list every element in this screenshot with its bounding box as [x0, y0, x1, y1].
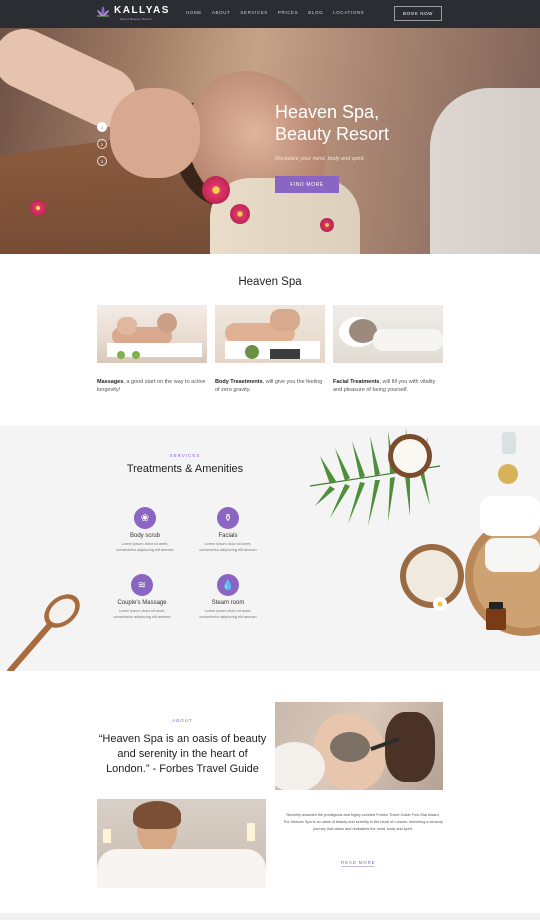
facial-mask-photo: [275, 702, 443, 790]
massages-label: Massages: [97, 379, 124, 385]
footer-strip: [0, 913, 540, 920]
read-more-link[interactable]: READ MORE: [341, 860, 376, 867]
amenity-desc-line: consectetur adipiscing elit aenean: [113, 615, 171, 619]
nav-locations[interactable]: LOCATIONS: [333, 10, 364, 15]
amenity-couples-massage[interactable]: ≋ Couple's Massage Lorem ipsum dolor sit…: [102, 574, 182, 620]
services-eyebrow: SERVICES: [169, 453, 201, 458]
amenity-steam-room[interactable]: 💧 Steam room Lorem ipsum dolor sit amet,…: [188, 574, 268, 620]
water-drop-icon: 💧: [217, 574, 239, 596]
body-treatments-text: Body Treaetments, will give you the feel…: [215, 378, 325, 394]
spa-section-title: Heaven Spa: [238, 276, 302, 288]
amenity-desc-line: consectetur adipiscing elit aenean: [116, 548, 174, 552]
amenity-desc: Lorem ipsum dolor sit amet, consectetur a…: [188, 608, 268, 620]
body-treatment-photo: [215, 305, 325, 363]
about-eyebrow: ABOUT: [172, 718, 193, 723]
hero-subtitle: Revitalize your mind, body and spirit.: [275, 156, 365, 162]
bath-photo: [97, 799, 266, 888]
amenity-name: Couple's Massage: [117, 600, 167, 606]
stones-icon: ≋: [131, 574, 153, 596]
amenity-name: Body scrub: [129, 533, 160, 539]
slider-dot-1[interactable]: 1: [97, 122, 107, 132]
facial-treatments-label: Facial Treatments: [333, 379, 380, 385]
nav-services[interactable]: SERVICES: [240, 10, 267, 15]
massages-text: Massages, a good start on the way to act…: [97, 378, 207, 394]
hero-overlay: [0, 28, 540, 254]
nav-about[interactable]: ABOUT: [212, 10, 231, 15]
about-description: Recently awarded the prestigious and hig…: [283, 813, 443, 831]
lotus-icon: [97, 6, 109, 17]
facial-treatments-text: Facial Treatments, will fill you with vi…: [333, 378, 443, 394]
lotus-icon: ❀: [134, 507, 156, 529]
amenity-name: Facials: [218, 533, 238, 539]
body-treatments-card[interactable]: Body Treaetments, will give you the feel…: [215, 305, 325, 394]
find-more-button[interactable]: FIND MORE: [275, 176, 339, 193]
hero-banner: 1 2 3 Heaven Spa, Beauty Resort Revitali…: [0, 28, 540, 254]
body-treatments-label: Body Treaetments: [215, 379, 263, 385]
amenity-body-scrub[interactable]: ❀ Body scrub Lorem ipsum dolor sit amet,…: [105, 507, 185, 553]
amenity-desc: Lorem ipsum dolor sit amet, consectetur a…: [105, 541, 185, 553]
treatments-section: SERVICES Treatments & Amenities ❀ Body s…: [0, 426, 540, 671]
slider-dot-3[interactable]: 3: [97, 156, 107, 166]
amenity-name: Steam room: [211, 600, 245, 606]
amenity-desc-line: consectetur adipiscing elit aenean: [199, 548, 257, 552]
spa-products-image: [309, 428, 540, 636]
massage-photo: [97, 305, 207, 363]
massages-card[interactable]: Massages, a good start on the way to act…: [97, 305, 207, 394]
amenity-desc: Lorem ipsum dolor sit amet, consectetur a…: [188, 541, 268, 553]
hero-title: Heaven Spa, Beauty Resort: [275, 101, 389, 145]
logo-tagline: Spa & Beauty Resort: [120, 17, 152, 21]
main-nav: HOME ABOUT SERVICES PRICES BLOG LOCATION…: [186, 10, 364, 15]
cosmetic-jar-icon: ⚱: [217, 507, 239, 529]
amenity-desc: Lorem ipsum dolor sit amet, consectetur a…: [102, 608, 182, 620]
nav-home[interactable]: HOME: [186, 10, 202, 15]
facial-treatments-card[interactable]: Facial Treatments, will fill you with vi…: [333, 305, 443, 394]
amenity-desc-line: consectetur adipiscing elit aenean: [199, 615, 257, 619]
slider-dot-2[interactable]: 2: [97, 139, 107, 149]
amenity-facials[interactable]: ⚱ Facials Lorem ipsum dolor sit amet, con…: [188, 507, 268, 553]
nav-prices[interactable]: PRICES: [278, 10, 298, 15]
spoon-image: [7, 594, 80, 671]
treatments-title: Treatments & Amenities: [126, 463, 244, 475]
about-quote: “Heaven Spa is an oasis of beauty and se…: [98, 733, 267, 775]
site-header: KALLYAS Spa & Beauty Resort HOME ABOUT S…: [0, 0, 540, 28]
slider-dots: 1 2 3: [97, 122, 107, 166]
hero-title-line-2: Beauty Resort: [275, 124, 390, 144]
logo[interactable]: KALLYAS: [96, 5, 170, 17]
nav-blog[interactable]: BLOG: [308, 10, 323, 15]
hero-title-line-1: Heaven Spa,: [275, 102, 380, 122]
logo-text: KALLYAS: [114, 5, 170, 16]
book-now-button[interactable]: BOOK NOW: [394, 6, 442, 21]
facial-treatment-photo: [333, 305, 443, 363]
